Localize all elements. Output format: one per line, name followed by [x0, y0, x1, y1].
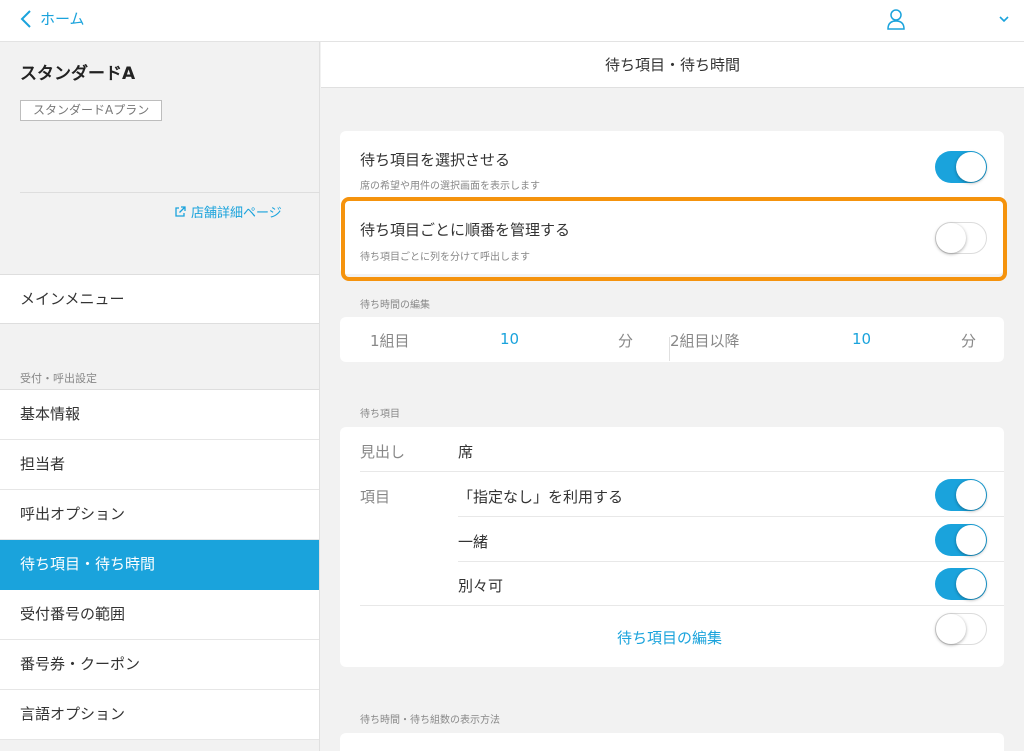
heading-field-value[interactable]: 席 [458, 441, 473, 462]
section-label: 受付・呼出設定 [20, 372, 97, 385]
select-items-toggle[interactable] [935, 151, 987, 183]
select-items-row: 待ち項目を選択させる 席の希望や用件の選択画面を表示します [340, 131, 1004, 202]
back-label: ホーム [40, 10, 85, 28]
second-group-value[interactable]: 10 [852, 330, 871, 348]
first-group-label: 1組目 [370, 332, 410, 350]
edit-wait-items-toggle[interactable] [935, 613, 987, 645]
chevron-left-icon [20, 9, 31, 28]
wait-item-label: 「指定なし」を利用する [458, 488, 624, 506]
back-button[interactable]: ホーム [20, 8, 85, 29]
external-link-icon [175, 205, 186, 217]
manage-order-row: 待ち項目ごとに順番を管理する 待ち項目ごとに列を分けて呼出します [340, 202, 1004, 274]
wait-time-card: 1組目 10 分 2組目以降 10 分 [340, 317, 1004, 362]
sidebar-item-call-options[interactable]: 呼出オプション [0, 490, 319, 540]
user-icon[interactable] [886, 8, 906, 30]
manage-order-title: 待ち項目ごとに順番を管理する [360, 221, 571, 239]
first-group-value[interactable]: 10 [500, 330, 519, 348]
second-group-label: 2組目以降 [670, 332, 740, 350]
sidebar-item-basic-info[interactable]: 基本情報 [0, 390, 319, 440]
page-title: 待ち項目・待ち時間 [321, 42, 1024, 88]
sidebar-item-number-range[interactable]: 受付番号の範囲 [0, 590, 319, 640]
sidebar: スタンダードA スタンダードAプラン 店舗詳細ページ メインメニュー 受付・呼出… [0, 42, 320, 751]
chevron-down-icon[interactable] [998, 14, 1010, 24]
manage-order-subtitle: 待ち項目ごとに列を分けて呼出します [360, 252, 530, 263]
plan-badge: スタンダードAプラン [20, 100, 163, 121]
items-field-label: 項目 [360, 488, 391, 506]
sidebar-item-wait-items[interactable]: 待ち項目・待ち時間 [0, 540, 319, 590]
divider [458, 516, 1004, 517]
settings-card: 待ち項目を選択させる 席の希望や用件の選択画面を表示します 待ち項目ごとに順番を… [340, 131, 1004, 274]
store-detail-link-label: 店舗詳細ページ [191, 206, 282, 221]
divider [20, 192, 320, 193]
wait-items-card: 見出し 席 項目 「指定なし」を利用する 一緒 別々可 待ち項目の編集 [340, 427, 1004, 667]
divider [458, 561, 1004, 562]
settings-menu: 基本情報 担当者 呼出オプション 待ち項目・待ち時間 受付番号の範囲 番号券・ク… [0, 389, 319, 740]
display-method-card [340, 733, 1004, 751]
wait-item-toggle-separate[interactable] [935, 568, 987, 600]
main-menu-item[interactable]: メインメニュー [0, 274, 319, 324]
divider [360, 605, 1004, 606]
second-group-unit: 分 [961, 332, 977, 350]
wait-items-label: 待ち項目 [360, 409, 400, 420]
store-name: スタンダードA [20, 64, 136, 84]
edit-wait-items-link[interactable]: 待ち項目の編集 [617, 627, 722, 648]
wait-item-label: 別々可 [458, 577, 504, 595]
divider [360, 471, 1004, 472]
wait-time-label: 待ち時間の編集 [360, 300, 430, 311]
sidebar-item-tickets-coupons[interactable]: 番号券・クーポン [0, 640, 319, 690]
select-items-title: 待ち項目を選択させる [360, 151, 511, 169]
sidebar-item-language-options[interactable]: 言語オプション [0, 690, 319, 740]
display-method-label: 待ち時間・待ち組数の表示方法 [360, 715, 500, 726]
main-panel: 待ち項目・待ち時間 待ち項目を選択させる 席の希望や用件の選択画面を表示します … [321, 42, 1024, 751]
top-bar: ホーム [0, 0, 1024, 42]
wait-item-toggle-none[interactable] [935, 479, 987, 511]
wait-item-label: 一緒 [458, 533, 489, 551]
select-items-subtitle: 席の希望や用件の選択画面を表示します [360, 181, 540, 192]
sidebar-item-staff[interactable]: 担当者 [0, 440, 319, 490]
heading-field-label: 見出し [360, 443, 406, 461]
wait-item-toggle-together[interactable] [935, 524, 987, 556]
first-group-unit: 分 [618, 332, 634, 350]
store-detail-link[interactable]: 店舗詳細ページ [174, 202, 282, 221]
manage-order-toggle[interactable] [935, 222, 987, 254]
